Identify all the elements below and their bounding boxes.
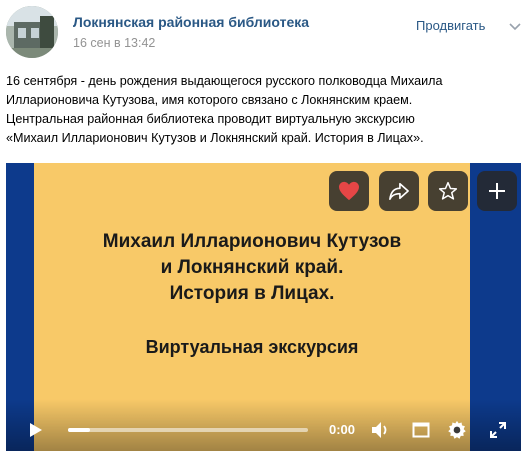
share-arrow-icon xyxy=(389,182,409,200)
star-icon xyxy=(438,181,458,200)
slide-subtitle: Виртуальная экскурсия xyxy=(145,337,359,357)
slide-title: Михаил Илларионович Кутузов и Локнянский… xyxy=(34,229,470,307)
play-icon xyxy=(30,423,42,437)
video-controls xyxy=(6,399,521,451)
author-name[interactable]: Локнянская районная библиотека xyxy=(73,14,309,30)
post-date[interactable]: 16 сен в 13:42 xyxy=(73,36,155,50)
video-time: 0:00 xyxy=(329,422,356,437)
video-progress-bar[interactable] xyxy=(68,428,308,432)
post-text-line: Центральная районная библиотека проводит… xyxy=(6,112,415,126)
volume-icon xyxy=(372,422,387,438)
chevron-down-icon[interactable] xyxy=(508,22,522,32)
add-video-button[interactable] xyxy=(477,171,517,211)
miniplayer-icon xyxy=(412,422,430,438)
video-player[interactable]: Михаил Илларионович Кутузов и Локнянский… xyxy=(6,163,521,451)
video-progress-fill xyxy=(68,428,90,432)
share-button[interactable] xyxy=(379,171,419,211)
post-text: 16 сентября - день рождения выдающегося … xyxy=(6,72,521,148)
promote-button[interactable]: Продвигать xyxy=(416,18,485,33)
favorite-button[interactable] xyxy=(428,171,468,211)
plus-icon xyxy=(489,183,505,199)
volume-button[interactable] xyxy=(370,420,392,440)
gear-icon xyxy=(448,420,466,439)
avatar[interactable] xyxy=(6,6,58,58)
slide-title-line: Михаил Илларионович Кутузов xyxy=(102,231,402,252)
post-text-line: 16 сентября - день рождения выдающегося … xyxy=(6,74,443,88)
post-text-line: Илларионовича Кутузова, имя которого свя… xyxy=(6,93,413,107)
fullscreen-button[interactable] xyxy=(487,420,509,440)
like-button[interactable] xyxy=(329,171,369,211)
post-text-line: «Михаил Илларионович Кутузов и Локнянски… xyxy=(6,131,424,145)
slide-title-line: и Локнянский край. xyxy=(160,257,344,278)
play-button[interactable] xyxy=(26,421,46,439)
miniplayer-button[interactable] xyxy=(410,420,432,440)
post-header: Локнянская районная библиотека 16 сен в … xyxy=(0,0,528,70)
slide-title-line: История в Лицах. xyxy=(169,283,335,304)
fullscreen-icon xyxy=(490,422,506,438)
settings-button[interactable] xyxy=(446,419,468,441)
heart-icon xyxy=(339,181,359,201)
